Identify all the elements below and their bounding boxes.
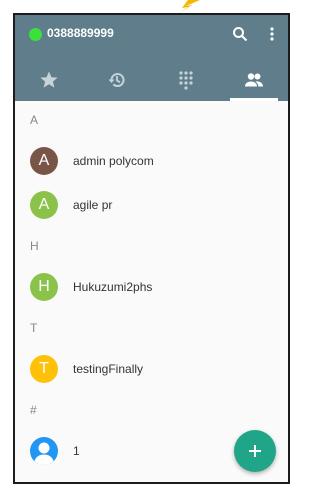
phone-number: 0388889999 [47,26,114,40]
contact-name: admin polycom [73,154,154,168]
dialpad-icon [179,71,193,90]
section-header: # [30,403,37,417]
contact-list: A A admin polycom A agile pr H H Hukuzum… [15,101,288,473]
tab-contacts[interactable] [220,59,288,101]
tab-bar [15,59,288,101]
history-icon [108,73,125,87]
app-header: 0388889999 [15,15,288,101]
contact-name: 1 [73,444,80,458]
section-header: A [30,113,39,127]
tab-favorites[interactable] [15,59,83,101]
add-contact-button[interactable] [234,430,276,472]
contact-name: testingFinally [73,362,144,376]
contact-row[interactable]: H Hukuzumi2phs [15,265,288,309]
contact-avatar: H [30,273,58,301]
contact-name: agile pr [73,198,113,212]
contact-row[interactable]: T testingFinally [15,347,288,391]
contact-row[interactable]: A agile pr [15,183,288,227]
contact-avatar: A [30,147,58,175]
plus-icon [249,445,261,457]
contacts-icon [244,73,263,87]
star-icon [40,71,58,88]
person-icon [34,442,54,465]
section-header: H [30,239,39,253]
more-vert-icon[interactable] [268,26,276,42]
section-header: T [30,321,38,335]
contact-row[interactable]: A admin polycom [15,139,288,183]
status-row: 0388889999 [15,15,288,55]
contact-avatar [30,437,58,465]
tab-dialpad[interactable] [152,59,220,101]
tab-recents[interactable] [83,59,151,101]
contact-avatar: A [30,191,58,219]
contact-name: Hukuzumi2phs [73,280,153,294]
contact-avatar: T [30,355,58,383]
search-icon[interactable] [232,26,248,42]
lightning-bolt-icon [178,0,200,14]
presence-indicator [29,28,42,41]
phone-frame: 0388889999 A A admin polycom A agile pr … [13,13,290,484]
